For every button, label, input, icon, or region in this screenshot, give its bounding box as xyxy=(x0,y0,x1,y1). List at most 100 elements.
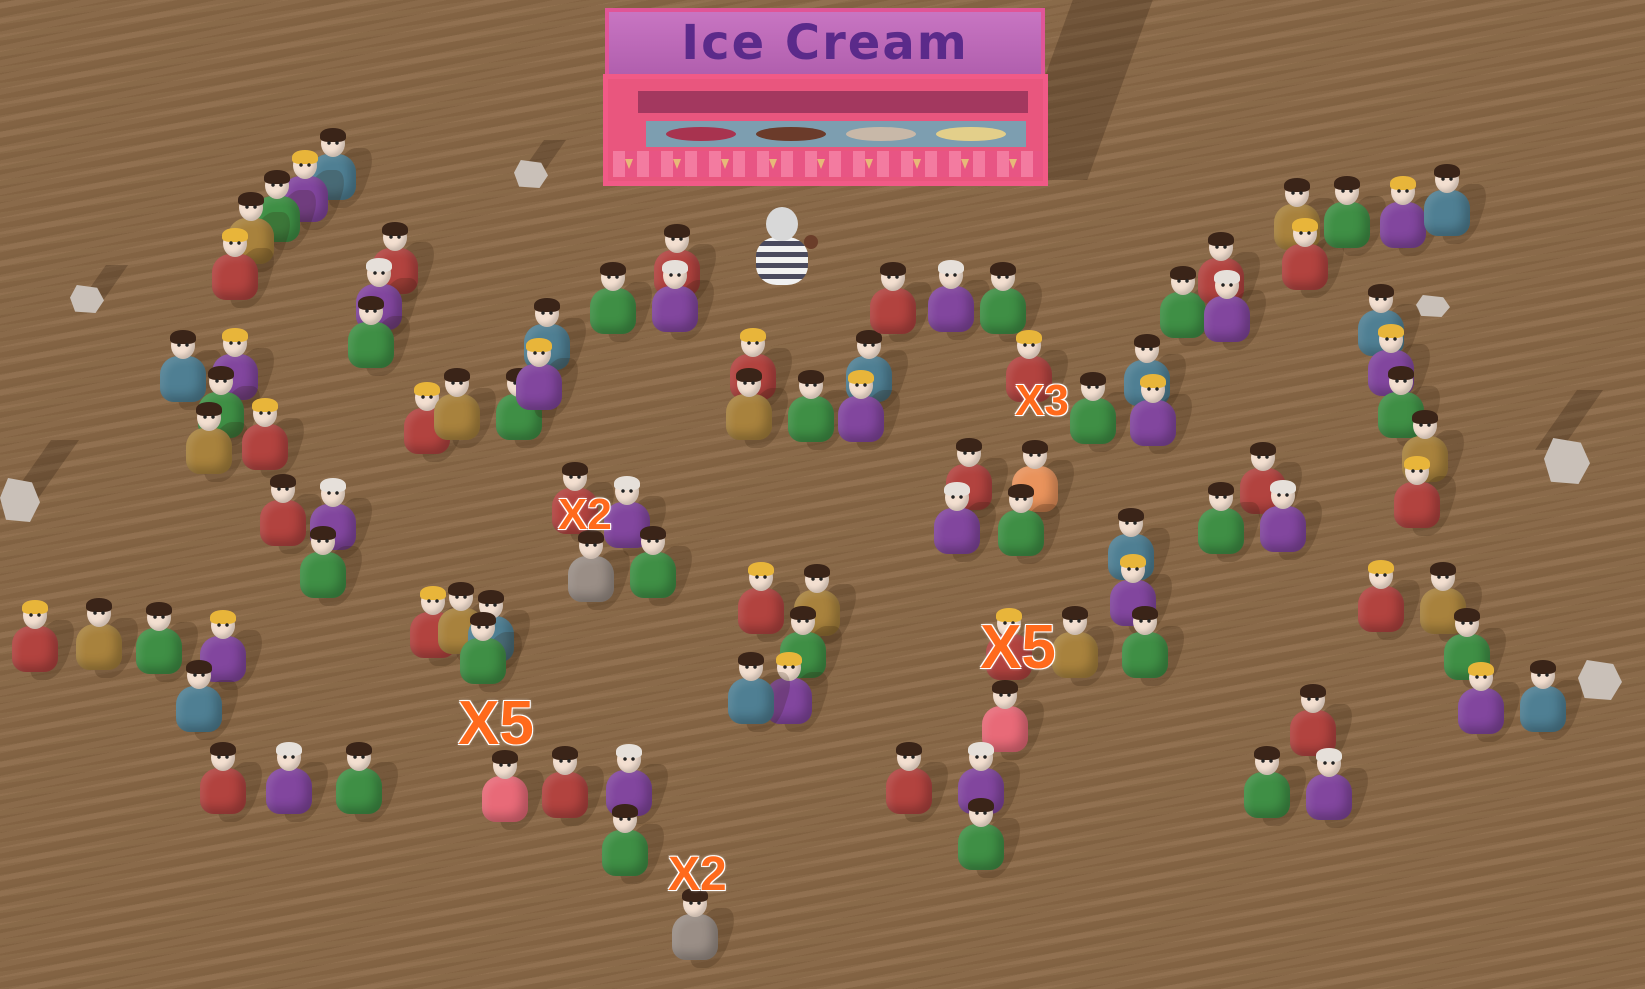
ice-cream-vendor[interactable] xyxy=(752,207,818,287)
person-eyes xyxy=(755,575,767,579)
person-hair xyxy=(1430,562,1456,576)
person-hair xyxy=(1132,606,1158,620)
person-hair xyxy=(740,328,766,342)
person-hair xyxy=(990,262,1016,276)
person-eyes xyxy=(1375,297,1387,301)
crowd-person xyxy=(928,260,996,340)
person-hair xyxy=(790,606,816,620)
person-body xyxy=(1260,506,1306,552)
person-body xyxy=(300,552,346,598)
person-body xyxy=(886,768,932,814)
person-hair xyxy=(804,564,830,578)
person-body xyxy=(958,824,1004,870)
person-body xyxy=(652,286,698,332)
person-eyes xyxy=(669,273,681,277)
person-eyes xyxy=(743,381,755,385)
person-hair xyxy=(320,478,346,492)
person-hair xyxy=(1284,178,1310,192)
crowd-person xyxy=(1358,560,1426,640)
person-hair xyxy=(1080,372,1106,386)
crowd-person xyxy=(652,260,720,340)
person-eyes xyxy=(1069,619,1081,623)
person-hair xyxy=(1208,482,1234,496)
person-eyes xyxy=(229,241,241,245)
person-eyes xyxy=(203,415,215,419)
cone-decoration xyxy=(673,159,681,169)
crowd-person xyxy=(542,746,610,826)
person-hair xyxy=(1300,684,1326,698)
crowd-person xyxy=(1260,480,1328,560)
person-hair xyxy=(222,328,248,342)
person-body xyxy=(1244,772,1290,818)
crowd-person xyxy=(1204,270,1272,350)
person-body xyxy=(672,914,718,960)
person-eyes xyxy=(1125,521,1137,525)
person-hair xyxy=(664,224,690,238)
person-hair xyxy=(366,258,392,272)
crowd-person xyxy=(336,742,404,822)
person-eyes xyxy=(951,495,963,499)
crowd-person xyxy=(788,370,856,450)
person-body xyxy=(870,288,916,334)
person-hair xyxy=(662,260,688,274)
person-hair xyxy=(896,742,922,756)
person-eyes xyxy=(997,275,1009,279)
crowd-person xyxy=(186,402,254,482)
person-eyes xyxy=(177,343,189,347)
crowd-person xyxy=(348,296,416,376)
person-hair xyxy=(736,368,762,382)
person-eyes xyxy=(215,379,227,383)
person-eyes xyxy=(1261,759,1273,763)
ice-cream-tub xyxy=(936,127,1006,141)
person-eyes xyxy=(327,491,339,495)
person-hair xyxy=(1270,480,1296,494)
person-body xyxy=(1282,244,1328,290)
person-eyes xyxy=(485,603,497,607)
person-eyes xyxy=(93,611,105,615)
person-hair xyxy=(1016,330,1042,344)
person-hair xyxy=(470,612,496,626)
crowd-person xyxy=(886,742,954,822)
person-body xyxy=(1052,632,1098,678)
crowd-person xyxy=(242,398,310,478)
person-body xyxy=(200,768,246,814)
ice-cream-cone-icon xyxy=(804,235,818,249)
cone-decoration xyxy=(625,159,633,169)
multiplier-label: X2 xyxy=(668,848,727,901)
person-eyes xyxy=(963,451,975,455)
crowd-person xyxy=(1198,482,1266,562)
person-eyes xyxy=(569,475,581,479)
person-eyes xyxy=(1323,761,1335,765)
person-eyes xyxy=(1127,567,1139,571)
person-hair xyxy=(880,262,906,276)
person-hair xyxy=(798,370,824,384)
person-eyes xyxy=(805,383,817,387)
crowd-person xyxy=(870,262,938,342)
crowd-person xyxy=(958,798,1026,878)
person-eyes xyxy=(783,665,795,669)
crowd-person xyxy=(738,562,806,642)
person-eyes xyxy=(623,757,635,761)
crowd-person xyxy=(460,612,528,692)
person-eyes xyxy=(1139,619,1151,623)
person-eyes xyxy=(421,395,433,399)
person-hair xyxy=(238,192,264,206)
person-eyes xyxy=(1537,673,1549,677)
crowd-person xyxy=(568,530,636,610)
person-hair xyxy=(1214,270,1240,284)
person-eyes xyxy=(353,755,365,759)
crowd-person xyxy=(590,262,658,342)
person-hair xyxy=(276,742,302,756)
person-hair xyxy=(1468,662,1494,676)
person-eyes xyxy=(975,811,987,815)
person-eyes xyxy=(1385,337,1397,341)
person-eyes xyxy=(277,487,289,491)
person-hair xyxy=(1062,606,1088,620)
person-hair xyxy=(1316,748,1342,762)
person-hair xyxy=(600,262,626,276)
person-eyes xyxy=(1475,675,1487,679)
stand-trim xyxy=(613,151,1043,177)
person-eyes xyxy=(153,615,165,619)
person-hair xyxy=(146,602,172,616)
cone-decoration xyxy=(865,159,873,169)
